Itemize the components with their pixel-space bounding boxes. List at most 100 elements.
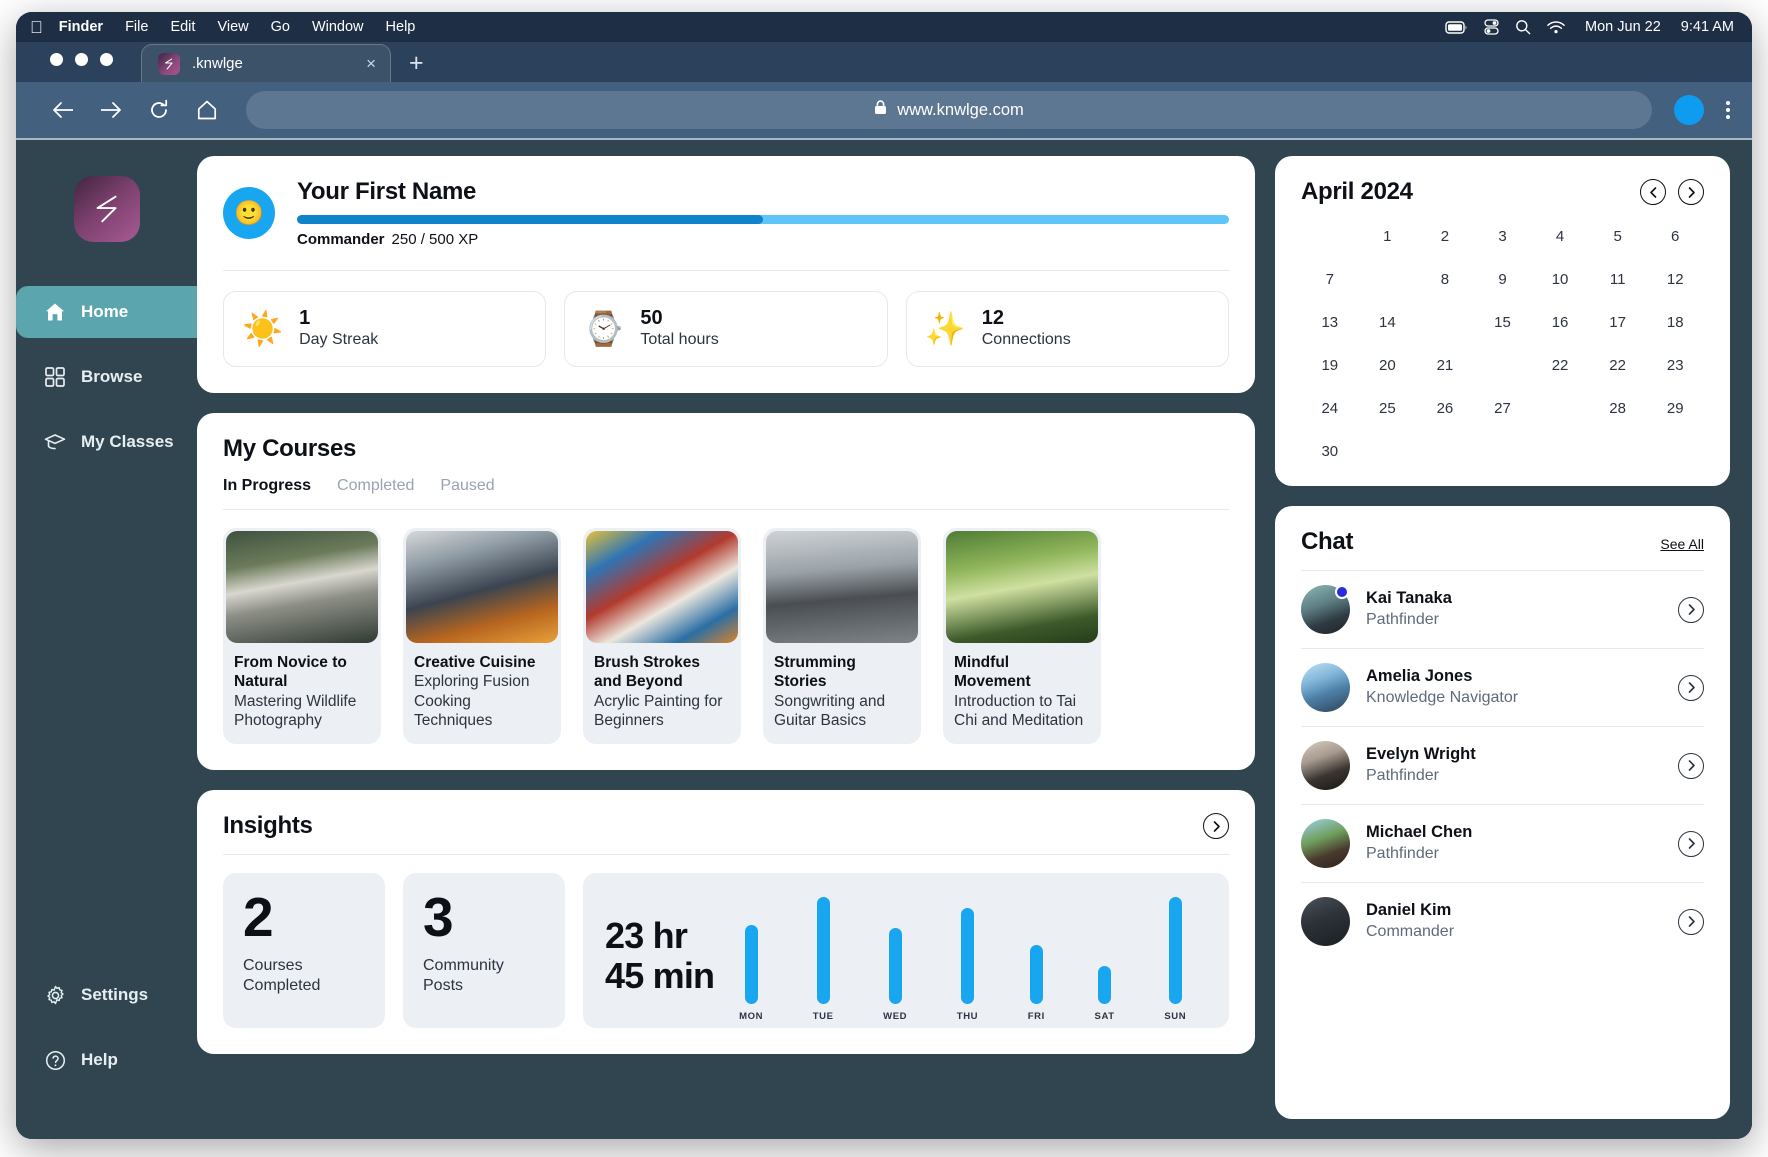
menubar-date[interactable]: Mon Jun 22 — [1585, 19, 1661, 35]
stat-card-total-hours[interactable]: ⌚ 50 Total hours — [564, 291, 888, 367]
calendar-day-cell[interactable]: 16 — [1531, 314, 1589, 331]
calendar-day-cell[interactable]: 18 — [1646, 314, 1704, 331]
close-icon[interactable]: × — [366, 55, 376, 72]
control-center-icon[interactable] — [1484, 19, 1499, 35]
see-all-link[interactable]: See All — [1660, 536, 1704, 552]
menubar-time[interactable]: 9:41 AM — [1681, 19, 1734, 35]
chat-contact-row[interactable]: Amelia Jones Knowledge Navigator — [1301, 649, 1704, 727]
calendar-day-cell[interactable]: 24 — [1301, 400, 1359, 417]
apple-icon[interactable]:  — [30, 19, 43, 36]
calendar-day-cell[interactable]: 22 — [1589, 357, 1647, 374]
calendar-day-cell[interactable]: 22 — [1531, 357, 1589, 374]
course-card[interactable]: Mindful Movement Introduction to Tai Chi … — [943, 527, 1101, 745]
knwlge-logo-icon[interactable] — [73, 176, 140, 242]
course-card[interactable]: From Novice to Natural Mastering Wildlife… — [223, 527, 381, 745]
menu-item-go[interactable]: Go — [271, 19, 290, 35]
calendar-day-cell[interactable]: 2 — [1416, 228, 1474, 245]
new-tab-button[interactable]: + — [391, 51, 440, 82]
sidebar-item-help[interactable]: Help — [16, 1034, 197, 1086]
calendar-day-cell[interactable]: 10 — [1531, 271, 1589, 288]
calendar-day-cell[interactable]: 12 — [1646, 271, 1704, 288]
chevron-left-circle-icon[interactable] — [1640, 179, 1666, 205]
sidebar-item-my-classes[interactable]: My Classes — [16, 416, 197, 468]
calendar-day-cell[interactable]: 19 — [1301, 357, 1359, 374]
calendar-day-cell[interactable]: 25 — [1359, 400, 1417, 417]
menu-item-file[interactable]: File — [125, 19, 148, 35]
calendar-day-cell[interactable]: 17 — [1589, 314, 1647, 331]
window-traffic-lights[interactable] — [50, 42, 113, 82]
bar[interactable] — [888, 928, 902, 1005]
search-icon[interactable] — [1515, 19, 1531, 35]
chat-contact-row[interactable]: Evelyn Wright Pathfinder — [1301, 727, 1704, 805]
bar[interactable] — [1029, 945, 1043, 1005]
tab-paused[interactable]: Paused — [440, 477, 494, 495]
course-card[interactable]: Brush Strokes and Beyond Acrylic Painting… — [583, 527, 741, 745]
calendar-day-cell[interactable]: 3 — [1474, 228, 1532, 245]
wifi-icon[interactable] — [1547, 20, 1565, 34]
calendar-day-cell[interactable]: 14 — [1359, 314, 1417, 331]
chevron-right-circle-icon[interactable] — [1678, 908, 1704, 935]
calendar-day-cell[interactable]: 8 — [1416, 271, 1474, 288]
browser-profile-avatar[interactable] — [1674, 95, 1704, 125]
url-input[interactable]: www.knwlge.com — [246, 91, 1652, 129]
course-card[interactable]: Strumming Stories Songwriting and Guitar … — [763, 527, 921, 745]
chevron-right-circle-icon[interactable] — [1678, 752, 1704, 779]
calendar-day-cell[interactable]: 6 — [1646, 228, 1704, 245]
chat-contact-row[interactable]: Michael Chen Pathfinder — [1301, 805, 1704, 883]
menu-item-view[interactable]: View — [217, 19, 248, 35]
minimize-window-button[interactable] — [75, 52, 88, 66]
chevron-right-circle-icon[interactable] — [1678, 179, 1704, 205]
calendar-day-cell[interactable]: 13 — [1301, 314, 1359, 331]
tab-in-progress[interactable]: In Progress — [223, 477, 311, 495]
maximize-window-button[interactable] — [100, 52, 113, 66]
avatar — [1301, 741, 1350, 790]
calendar-day-cell[interactable]: 29 — [1646, 400, 1704, 417]
menu-item-edit[interactable]: Edit — [170, 19, 195, 35]
course-card[interactable]: Creative Cuisine Exploring Fusion Cooking… — [403, 527, 561, 745]
calendar-day-cell[interactable]: 4 — [1531, 228, 1589, 245]
menu-item-help[interactable]: Help — [386, 19, 416, 35]
chevron-right-circle-icon[interactable] — [1678, 674, 1704, 701]
sidebar-item-home[interactable]: Home — [16, 286, 197, 338]
calendar-day-cell[interactable]: 9 — [1474, 271, 1532, 288]
close-window-button[interactable] — [50, 52, 63, 66]
battery-icon[interactable] — [1445, 20, 1468, 34]
home-icon[interactable] — [194, 97, 220, 123]
chat-contact-row[interactable]: Daniel Kim Commander — [1301, 883, 1704, 960]
bar[interactable] — [744, 925, 758, 1005]
calendar-day-cell[interactable]: 1 — [1359, 228, 1417, 245]
browser-tab[interactable]: .knwlge × — [141, 44, 391, 82]
xp-progress-bar — [297, 215, 1229, 224]
bar[interactable] — [1168, 897, 1182, 1005]
browser-menu-button[interactable] — [1726, 101, 1730, 119]
back-arrow-icon[interactable] — [50, 97, 76, 123]
menu-item-window[interactable]: Window — [312, 19, 364, 35]
calendar-day-cell[interactable]: 23 — [1646, 357, 1704, 374]
calendar-day-cell[interactable]: 15 — [1474, 314, 1532, 331]
bar[interactable] — [1098, 966, 1112, 1005]
bar[interactable] — [816, 897, 830, 1005]
calendar-day-cell[interactable]: 21 — [1416, 357, 1474, 374]
sidebar-item-settings[interactable]: Settings — [16, 969, 197, 1021]
chevron-right-circle-icon[interactable] — [1678, 596, 1704, 623]
stat-card-day-streak[interactable]: ☀️ 1 Day Streak — [223, 291, 547, 367]
calendar-day-cell[interactable]: 27 — [1474, 400, 1532, 417]
chevron-right-icon[interactable] — [1203, 813, 1229, 840]
stat-card-connections[interactable]: ✨ 12 Connections — [905, 291, 1229, 367]
reload-icon[interactable] — [146, 97, 172, 123]
calendar-day-cell[interactable]: 26 — [1416, 400, 1474, 417]
chevron-right-circle-icon[interactable] — [1678, 830, 1704, 857]
bar[interactable] — [960, 908, 974, 1005]
calendar-day-cell[interactable]: 5 — [1589, 228, 1647, 245]
chat-contact-row[interactable]: Kai Tanaka Pathfinder — [1301, 571, 1704, 649]
calendar-day-cell[interactable]: 20 — [1359, 357, 1417, 374]
avatar[interactable]: 🙂 — [223, 187, 275, 239]
calendar-day-cell[interactable]: 7 — [1301, 271, 1359, 288]
menu-item-finder[interactable]: Finder — [59, 19, 103, 35]
calendar-day-cell[interactable]: 28 — [1589, 400, 1647, 417]
calendar-day-cell[interactable]: 11 — [1589, 271, 1647, 288]
calendar-day-cell[interactable]: 30 — [1301, 443, 1359, 460]
forward-arrow-icon[interactable] — [98, 97, 124, 123]
tab-completed[interactable]: Completed — [337, 477, 414, 495]
sidebar-item-browse[interactable]: Browse — [16, 351, 197, 403]
